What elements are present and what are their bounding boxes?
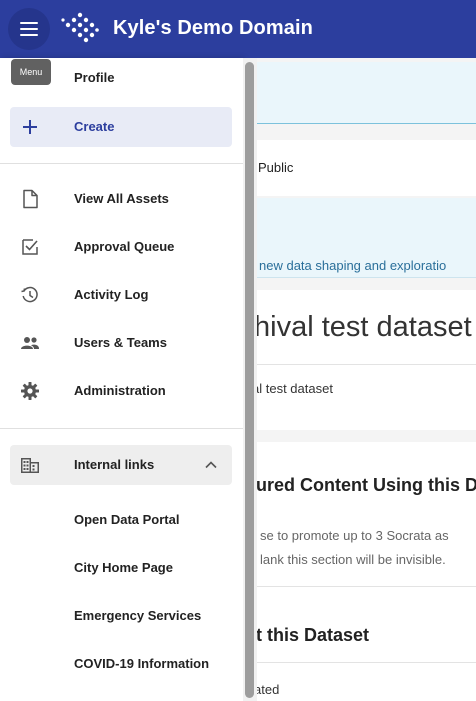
plus-icon: [23, 120, 37, 134]
nav-item-label: Create: [74, 119, 115, 134]
nav-item-users-teams[interactable]: Users & Teams: [10, 323, 232, 363]
nav-item-create[interactable]: Create: [10, 107, 232, 147]
hamburger-icon: [20, 22, 38, 36]
nav-group-internal-links[interactable]: Internal links: [10, 445, 232, 485]
gear-icon: [21, 382, 39, 400]
nav-link-emergency-services[interactable]: Emergency Services: [10, 596, 232, 636]
info-banner: [240, 62, 476, 124]
nav-link-city-home-page[interactable]: City Home Page: [10, 548, 232, 588]
document-icon: [23, 189, 38, 209]
divider: [0, 428, 243, 429]
menu-tooltip: Menu: [11, 59, 51, 85]
nav-link-label: City Home Page: [74, 560, 173, 575]
history-icon: [21, 286, 38, 303]
people-icon: [21, 337, 39, 349]
nav-item-label: Approval Queue: [74, 239, 175, 254]
featured-help-text: se to promote up to 3 Socrata as: [260, 528, 449, 543]
divider: [0, 163, 243, 164]
nav-item-label: Users & Teams: [74, 335, 167, 350]
nav-item-label: Profile: [74, 70, 115, 85]
nav-link-label: COVID-19 Information: [74, 656, 210, 671]
divider: [240, 662, 476, 663]
nav-group-label: Internal links: [74, 457, 155, 472]
chevron-up-icon: [205, 461, 217, 469]
nav-item-approval-queue[interactable]: Approval Queue: [10, 227, 232, 267]
updated-label: ated: [254, 682, 280, 697]
site-title[interactable]: Kyle's Demo Domain: [113, 17, 313, 40]
nav-item-activity-log[interactable]: Activity Log: [10, 275, 232, 315]
nav-link-label: Open Data Portal: [74, 512, 180, 527]
divider: [240, 586, 476, 587]
featured-help-text: lank this section will be invisible.: [260, 552, 446, 567]
nav-link-covid-19-information[interactable]: COVID-19 Information: [10, 644, 232, 684]
socrata-logo-icon: [61, 12, 99, 43]
divider: [240, 364, 476, 365]
menu-button[interactable]: [8, 8, 50, 50]
nav-item-label: Activity Log: [74, 287, 149, 302]
nav-item-administration[interactable]: Administration: [10, 371, 232, 411]
top-bar: Kyle's Demo Domain: [0, 0, 476, 58]
nav-item-label: Administration: [74, 383, 166, 398]
checkbox-icon: [22, 239, 38, 255]
notice-link[interactable]: new data shaping and exploratio: [259, 258, 446, 273]
building-icon: [21, 458, 39, 473]
scrollbar-thumb[interactable]: [245, 62, 254, 698]
nav-item-label: View All Assets: [74, 191, 169, 206]
featured-heading: ured Content Using this Da: [256, 475, 476, 495]
dataset-title: hival test dataset: [254, 311, 472, 343]
nav-link-label: Emergency Services: [74, 608, 202, 623]
about-heading: t this Dataset: [256, 625, 370, 645]
nav-link-open-data-portal[interactable]: Open Data Portal: [10, 500, 232, 540]
dataset-description: al test dataset: [252, 381, 333, 396]
nav-item-view-all-assets[interactable]: View All Assets: [10, 179, 232, 219]
